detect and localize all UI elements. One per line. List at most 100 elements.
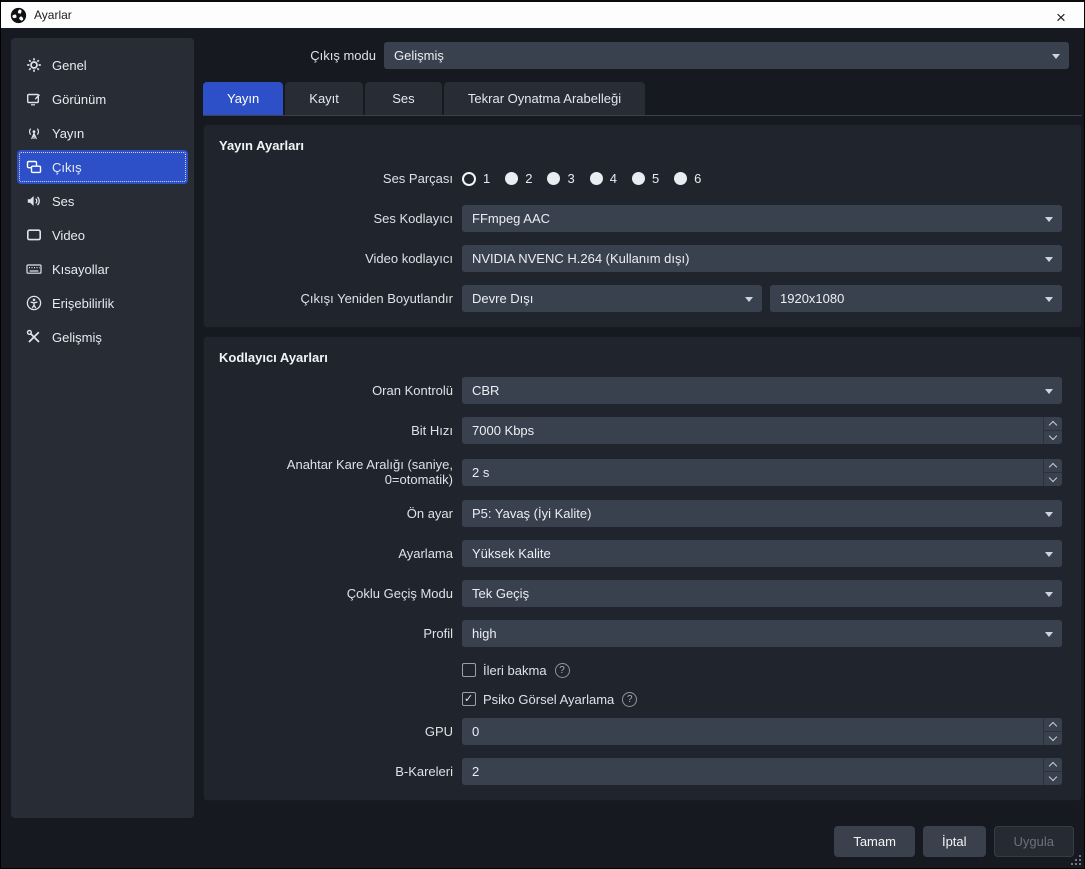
radio-track-1[interactable]: 1 [462,171,490,186]
tuning-dropdown[interactable]: Yüksek Kalite [462,540,1062,567]
chevron-down-icon [736,285,762,312]
display-edit-icon [27,93,40,106]
sidebar-item-label: Erişebilirlik [52,295,115,311]
spin-down-icon[interactable] [1044,473,1062,486]
sidebar-item-cikis[interactable]: Çıkış [17,150,188,184]
sidebar-item-label: Görünüm [52,91,107,107]
cancel-button[interactable]: İptal [922,826,986,857]
audio-track-radio-group: 1 2 3 4 5 6 [462,171,701,186]
radio-selected-icon [462,171,476,186]
sidebar-item-label: Kısayollar [52,261,110,277]
profile-dropdown[interactable]: high [462,620,1062,647]
apply-button[interactable]: Uygula [993,826,1074,857]
spin-down-icon[interactable] [1044,732,1062,745]
chevron-down-icon [1036,205,1062,232]
settings-main: Çıkış modu Gelişmiş Yayın Kayıt Ses Tekr… [203,38,1082,801]
chevron-down-icon [1036,377,1062,404]
output-screens-icon [26,160,42,174]
rescale-resolution-combobox[interactable]: 1920x1080 [770,285,1062,312]
preset-dropdown[interactable]: P5: Yavaş (İyi Kalite) [462,500,1062,527]
radio-icon [589,172,603,185]
output-mode-value: Gelişmiş [394,48,444,63]
video-encoder-dropdown[interactable]: NVIDIA NVENC H.264 (Kullanım dışı) [462,245,1062,272]
multipass-dropdown[interactable]: Tek Geçiş [462,580,1062,607]
multipass-label: Çoklu Geçiş Modu [346,586,453,601]
radio-icon [505,172,519,185]
psycho-visual-label: Psiko Görsel Ayarlama [483,691,615,707]
broadcast-antenna-icon [28,128,40,140]
sidebar-item-label: Genel [52,57,87,73]
radio-track-3[interactable]: 3 [547,171,575,186]
tab-tekrar-oynatma[interactable]: Tekrar Oynatma Arabelleği [443,82,646,115]
spin-up-icon[interactable] [1044,718,1062,732]
spin-up-icon[interactable] [1044,459,1062,473]
stream-settings-panel: Yayın Ayarları Ses Parçası 1 2 3 4 5 6 S… [203,124,1082,328]
sidebar-item-video[interactable]: Video [17,218,188,252]
rescale-label: Çıkışı Yeniden Boyutlandır [300,291,454,306]
chevron-down-icon [1043,42,1069,69]
gpu-spinbox[interactable]: 0 [462,718,1062,745]
panel-title: Kodlayıcı Ayarları [219,350,328,365]
radio-track-2[interactable]: 2 [505,171,532,186]
psycho-visual-checkbox[interactable] [462,692,476,706]
lookahead-checkbox-row: İleri bakma ? [462,662,570,678]
tab-yayin[interactable]: Yayın [203,82,284,115]
tab-ses[interactable]: Ses [364,82,442,115]
chevron-down-icon [1036,285,1062,312]
lookahead-checkbox[interactable] [462,663,476,677]
spin-up-icon[interactable] [1044,417,1062,431]
sidebar-item-gelismis[interactable]: Gelişmiş [17,320,188,354]
speaker-icon [27,196,40,206]
keyboard-icon [26,264,42,274]
help-icon: ? [622,691,638,707]
sidebar-item-ses[interactable]: Ses [17,184,188,218]
bframes-label: B-Kareleri [395,764,453,779]
sidebar-item-erisebilirlik[interactable]: Erişebilirlik [17,286,188,320]
close-icon[interactable]: × [1038,4,1084,30]
rate-control-label: Oran Kontrolü [372,383,453,398]
chevron-down-icon [1036,500,1062,527]
output-mode-dropdown[interactable]: Gelişmiş [384,42,1069,69]
tab-kayit[interactable]: Kayıt [285,82,363,115]
radio-icon [631,172,645,185]
radio-track-4[interactable]: 4 [589,171,617,186]
radio-track-6[interactable]: 6 [674,171,701,186]
output-mode-label: Çıkış modu [310,48,376,63]
sidebar-item-genel[interactable]: Genel [17,48,188,82]
sidebar-item-label: Çıkış [52,159,82,175]
ok-button[interactable]: Tamam [834,826,915,857]
sidebar-item-yayin[interactable]: Yayın [17,116,188,150]
rescale-dropdown[interactable]: Devre Dışı [462,285,762,312]
chevron-down-icon [1036,540,1062,567]
keyframe-interval-spinbox[interactable]: 2 s [462,458,1062,486]
encoder-settings-panel: Kodlayıcı Ayarları Oran Kontrolü CBR Bit… [203,336,1082,801]
spin-down-icon[interactable] [1044,431,1062,444]
lookahead-label: İleri bakma [483,662,547,678]
help-icon: ? [554,662,570,678]
bitrate-spinbox[interactable]: 7000 Kbps [462,417,1062,444]
sidebar-item-label: Yayın [52,125,85,141]
spin-down-icon[interactable] [1044,772,1062,785]
spin-up-icon[interactable] [1044,758,1062,772]
sidebar-item-label: Ses [52,193,75,209]
sidebar-item-gorunum[interactable]: Görünüm [17,82,188,116]
chevron-down-icon [1036,620,1062,647]
audio-encoder-dropdown[interactable]: FFmpeg AAC [462,205,1062,232]
keyframe-interval-label: Anahtar Kare Aralığı (saniye, 0=otomatik… [286,457,453,487]
chevron-down-icon [1036,245,1062,272]
tuning-label: Ayarlama [398,546,453,561]
audio-encoder-label: Ses Kodlayıcı [373,211,454,226]
rate-control-dropdown[interactable]: CBR [462,377,1062,404]
bframes-spinbox[interactable]: 2 [462,758,1062,785]
sidebar-item-label: Gelişmiş [52,329,102,345]
video-encoder-label: Video kodlayıcı [365,251,453,266]
gear-icon [27,58,41,72]
sidebar-item-label: Video [52,227,86,243]
profile-label: Profil [423,626,453,641]
sidebar-item-kisayollar[interactable]: Kısayollar [17,252,188,286]
tools-icon [26,329,40,343]
resize-grip[interactable] [1071,855,1081,865]
psycho-visual-checkbox-row: Psiko Görsel Ayarlama ? [462,691,638,707]
audio-track-label: Ses Parçası [382,171,453,186]
radio-track-5[interactable]: 5 [631,171,659,186]
